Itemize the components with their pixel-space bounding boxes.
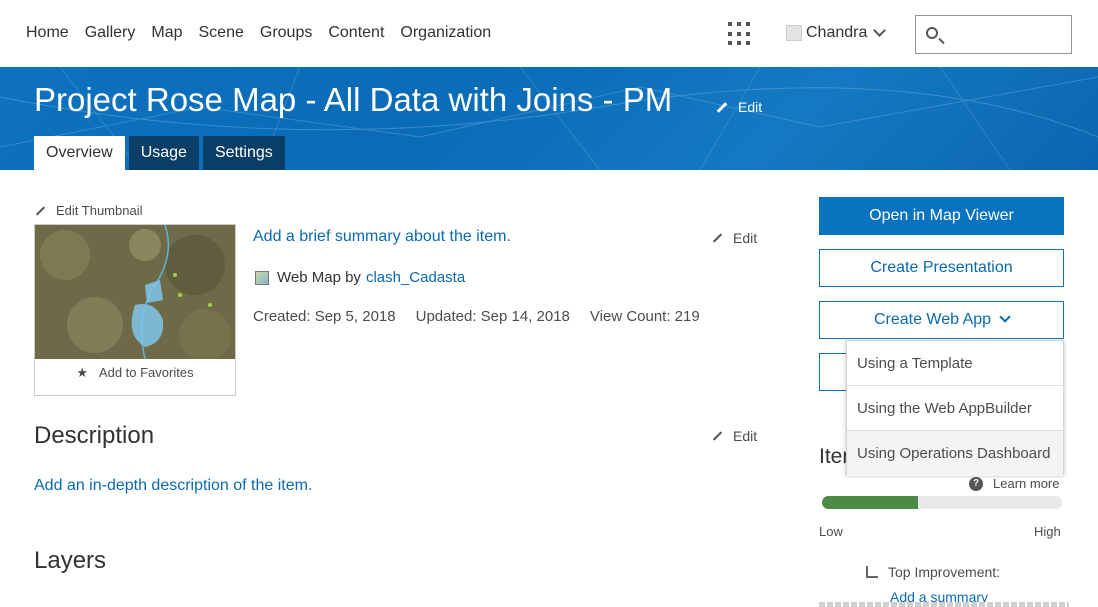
title-edit-button[interactable]: Edit [716, 99, 762, 115]
nav-links: Home Gallery Map Scene Groups Content Or… [26, 24, 507, 42]
pencil-icon [712, 431, 723, 441]
tab-overview[interactable]: Overview [34, 136, 125, 170]
top-navigation: Home Gallery Map Scene Groups Content Or… [0, 0, 1098, 67]
summary-edit-label: Edit [733, 230, 758, 246]
layers-heading: Layers [34, 547, 107, 574]
user-menu[interactable]: Chandra [786, 24, 887, 42]
item-type: Web Map by clash_Cadasta [255, 269, 465, 286]
meter-high-label: High [1034, 524, 1061, 539]
updated-date: Updated: Sep 14, 2018 [415, 308, 570, 325]
edit-thumbnail-label: Edit Thumbnail [56, 203, 143, 218]
summary-link[interactable]: Add a brief summary about the item. [253, 228, 511, 246]
menu-item-web-appbuilder[interactable]: Using the Web AppBuilder [847, 386, 1063, 431]
menu-item-using-template[interactable]: Using a Template [847, 341, 1063, 386]
item-header-banner: Project Rose Map - All Data with Joins -… [0, 67, 1098, 170]
web-map-icon [255, 270, 269, 285]
owner-link[interactable]: clash_Cadasta [366, 269, 465, 286]
item-details-heading: Item [819, 445, 846, 468]
menu-item-operations-dashboard[interactable]: Using Operations Dashboard [847, 431, 1063, 476]
chevron-down-icon [873, 24, 887, 37]
tab-usage[interactable]: Usage [128, 136, 199, 170]
user-name: Chandra [806, 24, 868, 41]
create-web-app-button[interactable]: Create Web App [819, 301, 1064, 339]
avatar [786, 25, 802, 41]
help-icon: ? [969, 476, 983, 491]
page-title: Project Rose Map - All Data with Joins -… [34, 81, 673, 118]
nav-home[interactable]: Home [26, 24, 69, 42]
apps-grid-icon[interactable] [728, 22, 752, 46]
view-count: View Count: 219 [589, 308, 700, 325]
nav-scene[interactable]: Scene [199, 24, 244, 42]
nav-map[interactable]: Map [151, 24, 182, 42]
open-in-map-viewer-button[interactable]: Open in Map Viewer [819, 197, 1064, 235]
title-edit-label: Edit [738, 99, 763, 115]
add-to-favorites-button[interactable]: ★ Add to Favorites [35, 365, 235, 381]
top-improvement-label: Top Improvement: [888, 564, 1001, 580]
create-web-app-label: Create Web App [873, 311, 992, 328]
thumbnail-map-image [35, 225, 235, 359]
description-edit-label: Edit [733, 428, 758, 444]
nav-content[interactable]: Content [328, 24, 384, 42]
learn-more-link[interactable]: ? Learn more [969, 476, 1059, 491]
star-icon: ★ [76, 365, 89, 380]
item-thumbnail [35, 225, 235, 359]
tab-settings[interactable]: Settings [202, 136, 285, 170]
item-type-label: Web Map by [277, 269, 361, 286]
summary-edit-button[interactable]: Edit [712, 230, 757, 246]
thumbnail-card: ★ Add to Favorites [34, 224, 236, 396]
quality-meter [822, 496, 1062, 509]
item-tabs: Overview Usage Settings [34, 136, 289, 170]
created-date: Created: Sep 5, 2018 [253, 308, 396, 325]
add-to-favorites-label: Add to Favorites [98, 365, 194, 380]
item-metadata: Created: Sep 5, 2018 Updated: Sep 14, 20… [253, 308, 720, 325]
description-edit-button[interactable]: Edit [712, 428, 757, 444]
pencil-icon [35, 205, 46, 216]
search-icon [926, 27, 938, 39]
top-improvement: Top Improvement: [866, 564, 1000, 580]
edit-thumbnail-button[interactable]: Edit Thumbnail [35, 203, 142, 218]
nav-gallery[interactable]: Gallery [85, 24, 136, 42]
meter-low-label: Low [819, 524, 843, 539]
learn-more-label: Learn more [993, 476, 1060, 491]
description-link[interactable]: Add an in-depth description of the item. [34, 477, 312, 495]
create-web-app-dropdown: Using a Template Using the Web AppBuilde… [846, 340, 1064, 476]
nav-organization[interactable]: Organization [400, 24, 491, 42]
chevron-down-icon [999, 311, 1011, 323]
create-presentation-button[interactable]: Create Presentation [819, 249, 1064, 287]
nav-groups[interactable]: Groups [260, 24, 312, 42]
pencil-icon [712, 233, 723, 243]
chart-icon [866, 566, 878, 578]
cut-off-text [819, 602, 1069, 607]
quality-meter-fill [822, 496, 918, 509]
pencil-icon [716, 101, 728, 113]
description-heading: Description [34, 422, 155, 449]
search-input[interactable] [915, 15, 1072, 54]
